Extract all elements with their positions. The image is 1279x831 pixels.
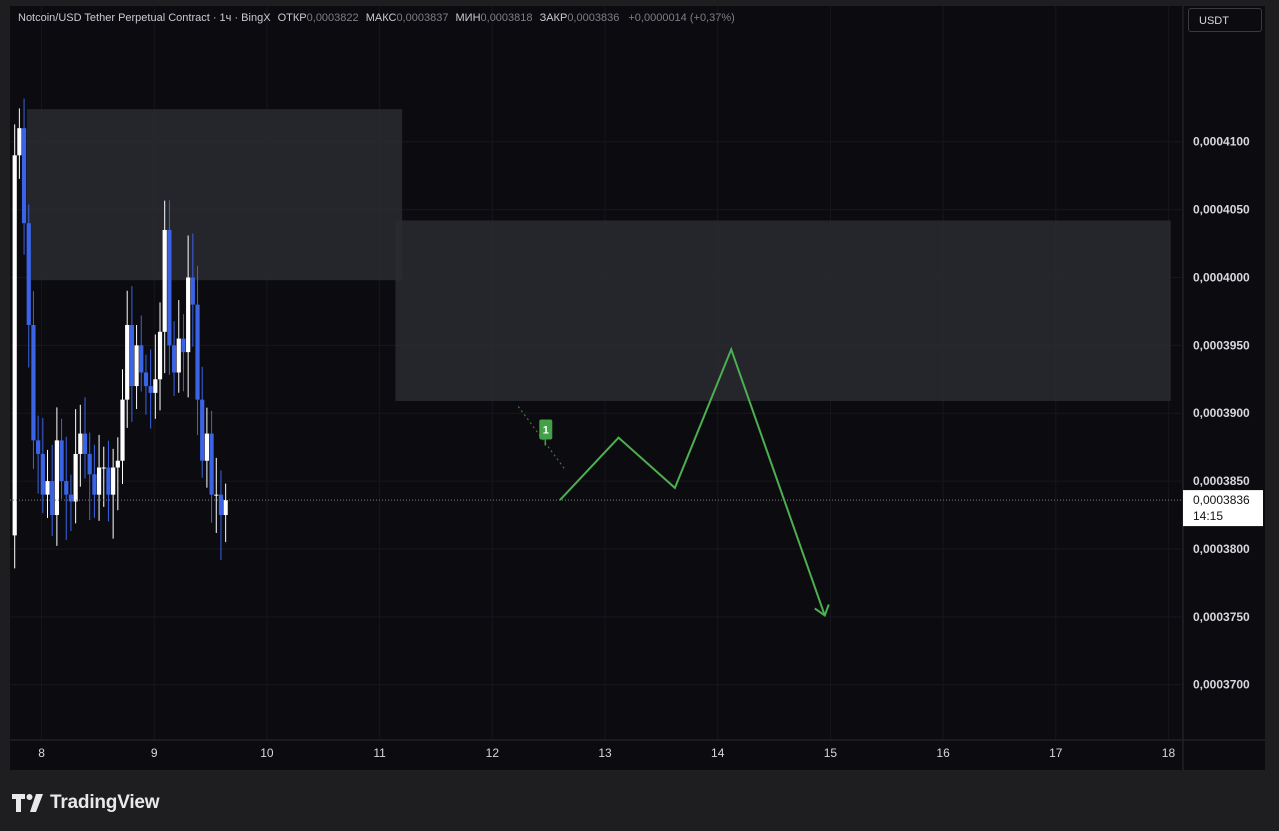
- candle-body: [45, 481, 50, 495]
- candle-body: [50, 481, 55, 516]
- candle-body: [106, 467, 111, 495]
- candle-body: [78, 433, 83, 454]
- y-tick-label: 0,0004100: [1193, 135, 1250, 149]
- chart-header: Notcoin/USD Tether Perpetual Contract · …: [18, 12, 735, 24]
- candle-body: [115, 460, 120, 468]
- tradingview-brand: TradingView: [50, 792, 160, 813]
- candle-body: [204, 433, 209, 461]
- candle-body: [40, 453, 45, 495]
- candle-body: [26, 223, 31, 325]
- candle-body: [111, 467, 116, 495]
- candle-body: [171, 345, 177, 373]
- chart-frame[interactable]: 1 0,0003700 0,0003750 0,0003800 0,0003850 0,0…: [10, 6, 1265, 770]
- candle-body: [223, 500, 228, 516]
- candle-body: [17, 128, 22, 156]
- countdown-label: 14:15: [1193, 509, 1223, 523]
- x-tick-label: 15: [824, 746, 838, 760]
- x-tick-label: 14: [711, 746, 725, 760]
- y-tick-label: 0,0003850: [1193, 474, 1250, 488]
- candle-body: [21, 128, 27, 224]
- candle-body: [129, 324, 134, 387]
- tradingview-logo[interactable]: TradingView: [12, 790, 160, 816]
- open-label: ОТКР: [277, 12, 307, 24]
- candle-body: [54, 440, 59, 516]
- candle-body: [209, 433, 214, 495]
- high-label: МАКС: [365, 12, 397, 24]
- x-tick-label: 9: [151, 746, 158, 760]
- candle-body: [143, 372, 149, 387]
- y-tick-label: 0,0003900: [1193, 406, 1250, 420]
- close-label: ЗАКР: [539, 12, 568, 24]
- y-tick-label: 0,0003750: [1193, 610, 1250, 624]
- candle-body: [120, 399, 125, 461]
- candle-body: [82, 433, 88, 454]
- x-tick-label: 17: [1049, 746, 1063, 760]
- low-label: МИН: [455, 12, 481, 24]
- candle-body: [190, 277, 195, 305]
- low-value: 0,0003818: [480, 12, 533, 24]
- candle-body: [92, 474, 97, 495]
- close-value: 0,0003836: [567, 12, 620, 24]
- x-tick-label: 13: [598, 746, 612, 760]
- y-tick-label: 0,0003800: [1193, 542, 1250, 556]
- open-value: 0,0003822: [306, 12, 359, 24]
- y-tick-label: 0,0003950: [1193, 338, 1250, 352]
- candle-body: [153, 379, 158, 393]
- candle-body: [96, 467, 102, 495]
- candle-body: [162, 229, 167, 332]
- candle-body: [64, 481, 69, 495]
- last-price-label: 0,0003836: [1193, 493, 1250, 507]
- candle-body: [218, 494, 224, 516]
- change-value: +0,0000014 (+0,37%): [628, 12, 735, 24]
- price-chart[interactable]: 1 0,0003700 0,0003750 0,0003800 0,0003850 0,0…: [10, 6, 1265, 770]
- candle-body: [195, 304, 200, 400]
- candle-body: [157, 331, 163, 380]
- candle-body: [125, 324, 130, 400]
- x-tick-label: 12: [486, 746, 500, 760]
- supply-zone: [395, 220, 1171, 402]
- candle-body: [181, 338, 186, 353]
- candle-body: [139, 345, 144, 373]
- supply-zone: [26, 109, 403, 281]
- candle-body: [31, 324, 36, 441]
- candle-body: [101, 467, 106, 469]
- high-value: 0,0003837: [396, 12, 449, 24]
- candle-body: [73, 453, 78, 502]
- candle-body: [59, 440, 64, 482]
- x-tick-label: 11: [373, 746, 386, 760]
- x-tick-label: 8: [38, 746, 45, 760]
- candle-body: [200, 399, 205, 461]
- currency-button[interactable]: USDT: [1188, 8, 1262, 32]
- candle-body: [12, 155, 17, 536]
- candle-body: [87, 453, 92, 475]
- candle-body: [214, 494, 219, 496]
- x-tick-label: 18: [1162, 746, 1176, 760]
- symbol-title: Notcoin/USD Tether Perpetual Contract · …: [18, 12, 271, 24]
- x-tick-label: 16: [936, 746, 950, 760]
- candle-body: [134, 345, 139, 387]
- x-tick-label: 10: [260, 746, 274, 760]
- tradingview-logo-icon: [12, 794, 43, 812]
- candle-body: [148, 386, 153, 393]
- y-tick-label: 0,0003700: [1193, 678, 1250, 692]
- y-tick-label: 0,0004050: [1193, 203, 1250, 217]
- candle-body: [176, 338, 181, 373]
- candle-body: [186, 277, 191, 353]
- candle-body: [167, 229, 172, 346]
- marker-badge-label: 1: [543, 425, 549, 437]
- y-tick-label: 0,0004000: [1193, 270, 1250, 284]
- candle-body: [36, 440, 41, 454]
